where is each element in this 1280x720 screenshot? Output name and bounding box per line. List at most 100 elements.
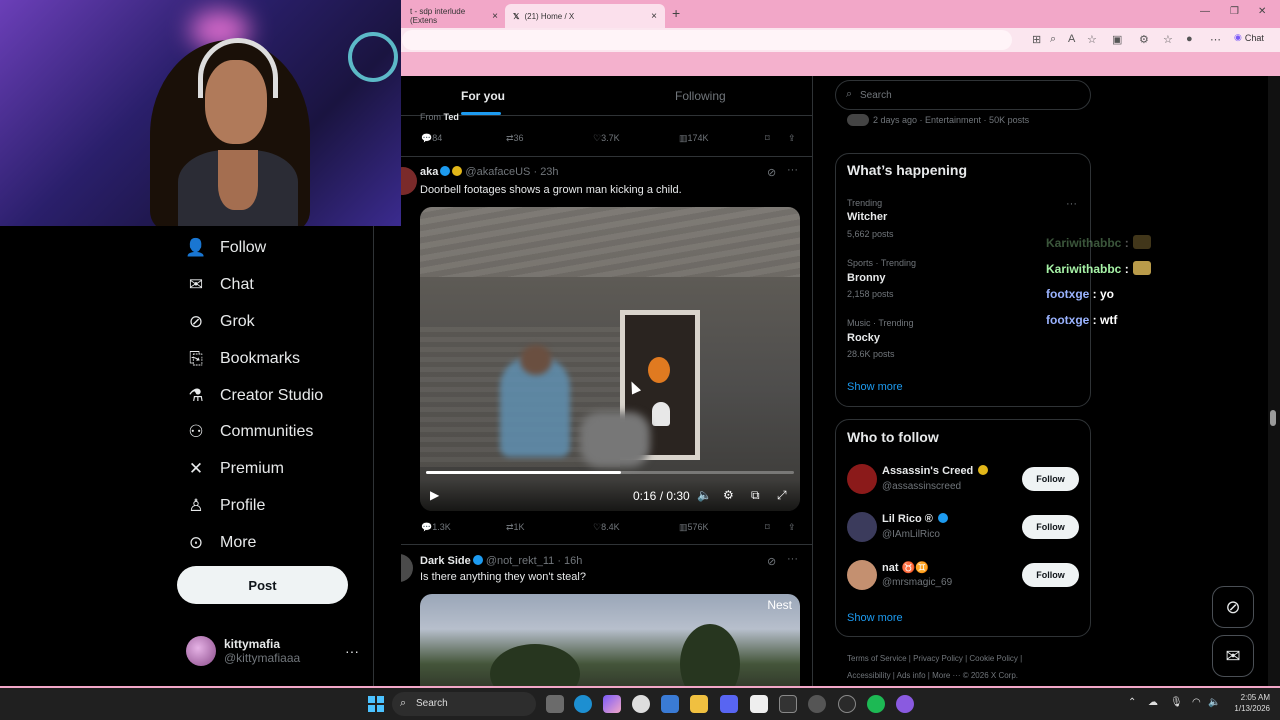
browser-tab-x-home[interactable]: 𝕏 (21) Home / X × [505, 4, 665, 28]
share-icon[interactable]: ⇪ [788, 133, 796, 144]
show-more-link[interactable]: Show more [847, 381, 903, 393]
obs-icon[interactable] [838, 695, 856, 713]
account-more-icon[interactable]: ··· [345, 643, 359, 659]
like-button[interactable]: ♡ 3.7K [593, 133, 620, 144]
tab-for-you[interactable]: For you [461, 89, 505, 103]
reply-button[interactable]: 💬 84 [421, 133, 442, 144]
minimize-icon[interactable]: — [1200, 6, 1210, 17]
browser-tab-extension[interactable]: t - sdp interlude (Extens × [402, 4, 506, 28]
follow-suggestion-name[interactable]: Assassin's Creed [882, 465, 989, 477]
settings-gear-icon[interactable]: ⚙ [723, 488, 734, 502]
video-player[interactable]: ▶ 0:16 / 0:30 🔈 ⚙ ⧉ ⤢ [420, 207, 800, 511]
grok-float-button[interactable]: ⊘ [1212, 586, 1254, 628]
search-box[interactable]: ⌕ [835, 80, 1091, 110]
volume-icon[interactable]: 🔈 [1208, 697, 1220, 708]
avatar[interactable] [847, 560, 877, 590]
play-icon[interactable]: ▶ [430, 488, 439, 502]
avatar[interactable] [847, 464, 877, 494]
follow-button[interactable]: Follow [1022, 467, 1079, 491]
more-icon[interactable]: ··· [1066, 198, 1077, 210]
search-input[interactable] [860, 87, 1080, 103]
restore-icon[interactable]: ❐ [1230, 6, 1239, 17]
trend-item-witcher[interactable]: Witcher [847, 211, 887, 223]
taskbar-search[interactable]: ⌕ Search [392, 692, 536, 716]
timestamp[interactable]: · 16h [557, 555, 582, 567]
app-icon[interactable] [632, 695, 650, 713]
author-handle[interactable]: @not_rekt_11 [486, 555, 554, 567]
grok-icon[interactable]: ⊘ [767, 555, 776, 568]
repost-button[interactable]: ⇄ 1K [506, 522, 525, 533]
nav-item-more[interactable]: ⊙ More [186, 533, 257, 553]
copilot-icon[interactable] [603, 695, 621, 713]
follow-suggestion-name[interactable]: Lil Rico ® [882, 513, 948, 525]
bookmark-icon[interactable]: ⌑ [765, 522, 770, 533]
onedrive-icon[interactable]: ☁ [1148, 697, 1158, 708]
account-switcher[interactable]: kittymafia @kittymafiaaa [186, 636, 300, 666]
post-button[interactable]: Post [177, 566, 348, 604]
system-clock[interactable]: 2:05 AM 1/13/2026 [1226, 692, 1270, 714]
new-tab-button[interactable]: + [672, 5, 680, 21]
file-explorer-icon[interactable] [690, 695, 708, 713]
nav-item-communities[interactable]: ⚇ Communities [186, 422, 313, 442]
bookmark-icon[interactable]: ⌑ [765, 133, 770, 144]
favorite-star-icon[interactable]: ☆ [1087, 33, 1097, 46]
timestamp[interactable]: · 23h [533, 166, 558, 178]
follow-button[interactable]: Follow [1022, 515, 1079, 539]
more-icon[interactable]: ··· [787, 164, 798, 176]
edge-icon[interactable] [574, 695, 592, 713]
close-icon[interactable]: × [492, 11, 498, 22]
fullscreen-icon[interactable]: ⤢ [777, 488, 787, 503]
repost-button[interactable]: ⇄ 36 [506, 133, 524, 144]
microphone-icon[interactable]: 🎙 [1170, 697, 1183, 708]
tab-following[interactable]: Following [675, 89, 726, 103]
avatar[interactable] [401, 554, 413, 582]
avatar[interactable] [401, 167, 417, 195]
reply-button[interactable]: 💬 1.3K [421, 522, 451, 533]
tray-chevron-icon[interactable]: ⌃ [1128, 697, 1136, 708]
grok-icon[interactable]: ⊘ [767, 166, 776, 179]
nav-item-grok[interactable]: ⊘ Grok [186, 312, 255, 332]
split-screen-icon[interactable]: ▣ [1112, 33, 1122, 46]
scrollbar[interactable] [1268, 76, 1280, 686]
volume-icon[interactable]: 🔈 [697, 488, 712, 502]
terminal-icon[interactable] [779, 695, 797, 713]
discord-icon[interactable] [720, 695, 738, 713]
extensions-icon[interactable]: ⚙ [1139, 33, 1149, 46]
window-close-icon[interactable]: ✕ [1258, 6, 1266, 17]
store-icon[interactable] [661, 695, 679, 713]
settings-icon[interactable] [808, 695, 826, 713]
tweet-media[interactable]: Nest [420, 594, 800, 686]
twitch-icon[interactable] [896, 695, 914, 713]
nav-item-follow[interactable]: 👤 Follow [185, 238, 266, 258]
pip-icon[interactable]: ⧉ [751, 488, 760, 503]
profile-icon[interactable]: ● [1186, 33, 1193, 45]
task-view-icon[interactable] [546, 695, 564, 713]
views-button[interactable]: ▥ 174K [679, 133, 709, 144]
views-button[interactable]: ▥ 576K [679, 522, 709, 533]
favorites-icon[interactable]: ☆ [1163, 33, 1173, 46]
windows-start-icon[interactable] [368, 696, 384, 712]
nav-item-profile[interactable]: ♙ Profile [186, 496, 265, 516]
show-more-link[interactable]: Show more [847, 612, 903, 624]
author-name[interactable]: Dark Side [420, 555, 471, 567]
follow-suggestion-name[interactable]: nat ♉♊ [882, 561, 929, 574]
trend-item-rocky[interactable]: Rocky [847, 332, 880, 344]
url-field[interactable] [402, 30, 1012, 50]
trend-item-bronny[interactable]: Bronny [847, 272, 886, 284]
author-name[interactable]: aka [420, 166, 438, 178]
nav-item-creator-studio[interactable]: ⚗ Creator Studio [186, 386, 323, 406]
nav-item-chat[interactable]: ✉ Chat [186, 275, 254, 295]
read-aloud-icon[interactable]: A [1068, 33, 1075, 45]
zoom-icon[interactable]: ⌕ [1050, 33, 1056, 46]
nav-item-bookmarks[interactable]: ⎘ Bookmarks [186, 349, 300, 369]
messages-float-button[interactable]: ✉ [1212, 635, 1254, 677]
share-icon[interactable]: ⇪ [788, 522, 796, 533]
scrollbar-thumb[interactable] [1270, 410, 1276, 426]
avatar[interactable] [847, 512, 877, 542]
like-button[interactable]: ♡ 8.4K [593, 522, 620, 533]
copilot-chat-button[interactable]: ◉ Chat [1234, 32, 1264, 43]
spotify-icon[interactable] [867, 695, 885, 713]
notepad-icon[interactable] [750, 695, 768, 713]
nav-item-premium[interactable]: ✕ Premium [186, 459, 284, 479]
video-progress-bar[interactable] [426, 471, 794, 474]
